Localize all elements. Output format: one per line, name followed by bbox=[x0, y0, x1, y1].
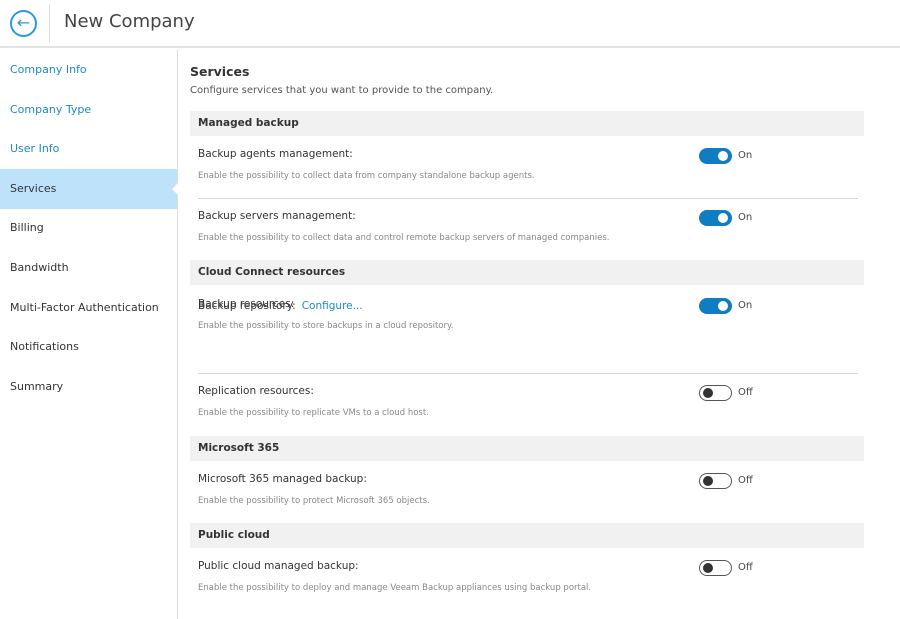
toggle-knob bbox=[703, 562, 713, 573]
back-button[interactable]: ← bbox=[10, 10, 37, 37]
service-toggle[interactable] bbox=[699, 473, 732, 489]
section-public-cloud: Public cloud bbox=[190, 523, 864, 548]
sidebar-item-multi-factor-authentication[interactable]: Multi-Factor Authentication bbox=[0, 288, 177, 328]
toggle-knob bbox=[718, 151, 728, 161]
divider bbox=[198, 198, 858, 199]
arrow-left-icon: ← bbox=[16, 13, 31, 32]
service-description: Enable the possibility to deploy and man… bbox=[198, 583, 592, 593]
section-managed-backup: Managed backup bbox=[190, 111, 864, 136]
toggle-state: On bbox=[738, 300, 753, 311]
service-label: Backup agents management: bbox=[198, 148, 353, 160]
sidebar-item-company-type[interactable]: Company Type bbox=[0, 90, 177, 130]
section-cloud-connect: Cloud Connect resources bbox=[190, 260, 864, 285]
toggle-state: Off bbox=[738, 475, 753, 486]
sidebar-item-bandwidth[interactable]: Bandwidth bbox=[0, 248, 177, 288]
sidebar-item-summary[interactable]: Summary bbox=[0, 367, 177, 407]
toggle-knob bbox=[718, 213, 728, 223]
service-description: Enable the possibility to protect Micros… bbox=[198, 496, 430, 506]
service-toggle[interactable] bbox=[699, 148, 732, 164]
toggle-knob bbox=[703, 387, 713, 398]
toggle-knob bbox=[703, 475, 713, 486]
sidebar-item-notifications[interactable]: Notifications bbox=[0, 327, 177, 367]
sidebar-item-services[interactable]: Services bbox=[0, 168, 178, 209]
toggle-state: Off bbox=[738, 387, 753, 398]
service-label: Replication resources: bbox=[198, 385, 314, 397]
service-toggle[interactable] bbox=[699, 385, 732, 401]
service-description: Enable the possibility to collect data a… bbox=[198, 233, 610, 243]
toggle-state: Off bbox=[738, 562, 753, 573]
section-subtitle: Configure services that you want to prov… bbox=[190, 85, 494, 96]
service-label: Backup resources: bbox=[198, 298, 295, 310]
configure-link[interactable]: Configure... bbox=[302, 300, 363, 312]
service-label: Public cloud managed backup: bbox=[198, 560, 359, 572]
sidebar-item-company-info[interactable]: Company Info bbox=[0, 50, 177, 90]
service-toggle[interactable] bbox=[699, 298, 732, 314]
sidebar-item-user-info[interactable]: User Info bbox=[0, 129, 177, 169]
sidebar-item-billing[interactable]: Billing bbox=[0, 208, 177, 248]
service-label: Backup servers management: bbox=[198, 210, 356, 222]
service-label: Microsoft 365 managed backup: bbox=[198, 473, 367, 485]
header: ← New Company bbox=[0, 0, 900, 48]
divider bbox=[49, 4, 50, 42]
toggle-state: On bbox=[738, 150, 753, 161]
sidebar: Company Info Company Type User Info Service… bbox=[0, 50, 178, 619]
section-microsoft-365: Microsoft 365 bbox=[190, 436, 864, 461]
service-toggle[interactable] bbox=[699, 210, 732, 226]
toggle-knob bbox=[718, 301, 728, 311]
toggle-state: On bbox=[738, 212, 753, 223]
page-title: New Company bbox=[64, 11, 195, 32]
service-description: Enable the possibility to collect data f… bbox=[198, 171, 535, 181]
service-description: Enable the possibility to store backups … bbox=[198, 321, 454, 331]
service-description: Enable the possibility to replicate VMs … bbox=[198, 408, 429, 418]
service-toggle[interactable] bbox=[699, 560, 732, 576]
section-title: Services bbox=[190, 64, 250, 79]
divider bbox=[198, 373, 858, 374]
